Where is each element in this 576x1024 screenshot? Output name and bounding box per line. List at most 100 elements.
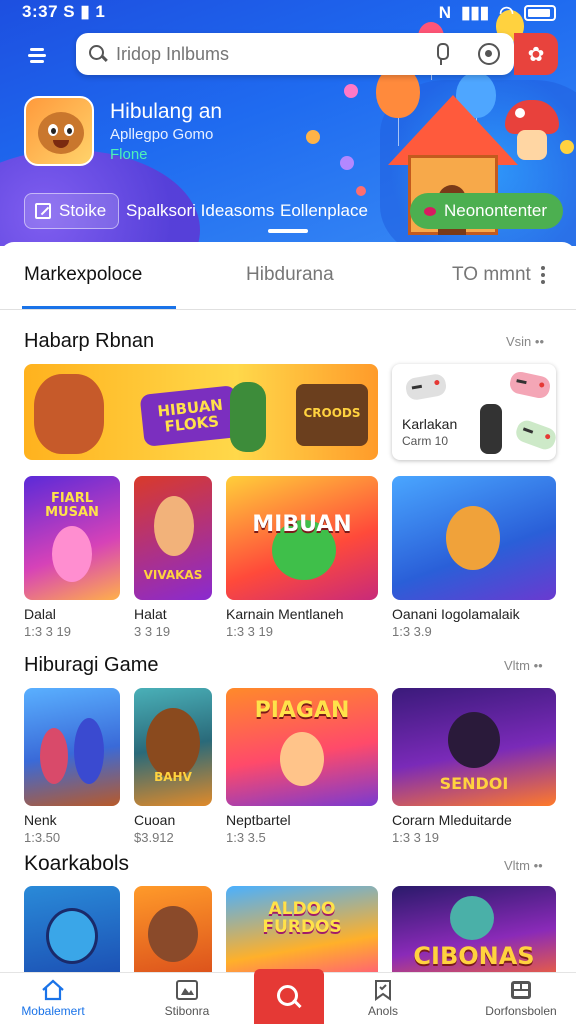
- search-icon: [88, 44, 108, 64]
- game-tile[interactable]: BAHV: [134, 688, 212, 806]
- runner-character: [40, 728, 68, 784]
- game-tile[interactable]: [24, 886, 120, 982]
- game-tile[interactable]: VIVAKAS: [134, 476, 212, 600]
- tab-tomment[interactable]: TO mmnt: [452, 264, 531, 286]
- card-subtitle: Carm 10: [402, 434, 449, 448]
- blob-character: [146, 708, 200, 778]
- mushroom-character: [505, 100, 559, 160]
- wizard-character: [448, 712, 500, 768]
- goblin-character: [450, 896, 494, 940]
- game-tile[interactable]: [134, 886, 212, 982]
- game-tile[interactable]: FIARL MUSAN: [24, 476, 120, 600]
- game-tile[interactable]: SENDOI: [392, 688, 556, 806]
- nav-bookmarks[interactable]: Anols: [328, 979, 438, 1018]
- menu-button[interactable]: [22, 40, 56, 70]
- tile-name[interactable]: Corarn Mleduitarde: [392, 812, 512, 828]
- section-title: Koarkabols: [24, 852, 130, 875]
- tile-logo: FIARL MUSAN: [45, 491, 99, 520]
- chip-label: Eollenplace: [280, 201, 368, 220]
- nav-search-button[interactable]: [254, 969, 324, 1024]
- carousel-indicator: [268, 229, 308, 233]
- nav-label: Dorfonsbolen: [485, 1004, 557, 1018]
- fox-character: [34, 374, 104, 454]
- profile-icon: ✿: [527, 43, 545, 66]
- tile-price: 1:3 3 19: [392, 830, 439, 845]
- network-icon: N: [438, 3, 452, 22]
- tab-marketplace[interactable]: Markexpoloce: [24, 264, 142, 286]
- sparkle-decoration: [306, 130, 320, 144]
- tile-price: 1:3 3.9: [392, 624, 432, 639]
- nav-library[interactable]: Stibonra: [132, 979, 242, 1018]
- controller-card[interactable]: Karlakan Carm 10: [392, 364, 556, 460]
- tile-name[interactable]: Halat: [134, 606, 167, 622]
- tile-price: 1:3 3 19: [24, 624, 71, 639]
- guitarist-character: [446, 506, 500, 570]
- tile-name[interactable]: Neptbartel: [226, 812, 291, 828]
- view-all-link[interactable]: Vltm ••: [504, 658, 543, 673]
- gamepad-icon: [404, 372, 448, 402]
- bunny-character: [52, 526, 92, 582]
- tile-name[interactable]: Oanani Iogolamalaik: [392, 606, 520, 622]
- promo-banner[interactable]: HIBUAN FLOKS CROODS: [24, 364, 378, 460]
- tile-logo: VIVAKAS: [143, 568, 203, 582]
- nav-more[interactable]: Dorfonsbolen: [466, 979, 576, 1018]
- tile-name[interactable]: Dalal: [24, 606, 56, 622]
- runner-character: [74, 718, 104, 784]
- featured-app-icon[interactable]: [24, 96, 94, 166]
- tile-name[interactable]: Cuoan: [134, 812, 175, 828]
- mic-icon[interactable]: [434, 43, 449, 65]
- chip-eollenplace[interactable]: Eollenplace: [280, 193, 368, 229]
- game-tile[interactable]: [24, 688, 120, 806]
- sparkle-decoration: [344, 84, 358, 98]
- notification-icons: S ▮ 1: [63, 2, 106, 21]
- view-all-link[interactable]: Vsin ••: [506, 334, 544, 349]
- game-tile[interactable]: CIBONAS: [392, 886, 556, 982]
- grid-icon: [509, 979, 533, 1001]
- cowboy-character: [148, 906, 198, 962]
- tab-hibdurana[interactable]: Hibdurana: [246, 264, 334, 286]
- edit-icon: [35, 203, 51, 219]
- featured-title[interactable]: Hibulang an: [110, 100, 222, 124]
- battery-icon: [524, 5, 556, 21]
- signal-icon: ▮▮▮: [461, 3, 490, 22]
- search-input[interactable]: [116, 43, 434, 65]
- status-bar: 3:37 S ▮ 1 N ▮▮▮ ◠: [0, 0, 576, 26]
- tile-price: $3.912: [134, 830, 174, 845]
- nav-label: Anols: [367, 1004, 399, 1018]
- status-time: 3:37 S ▮ 1: [22, 2, 105, 22]
- library-icon: [175, 979, 199, 1001]
- tile-logo: SENDOI: [439, 774, 509, 793]
- controller-icon: [480, 404, 502, 454]
- game-tile[interactable]: ALDOO FURDOS: [226, 886, 378, 982]
- home-icon: [41, 979, 65, 1001]
- game-tile[interactable]: [392, 476, 556, 600]
- tile-price: 3 3 19: [134, 624, 171, 639]
- hero-header: 3:37 S ▮ 1 N ▮▮▮ ◠ ✿ Hibulang an Apllegp…: [0, 0, 576, 246]
- chip-ideas[interactable]: Spalksori Ideasoms: [126, 193, 274, 229]
- chip-neonontenter[interactable]: Neonontenter: [410, 193, 564, 229]
- camera-lens-icon[interactable]: [478, 43, 500, 65]
- section-title: Habarp Rbnan: [24, 330, 155, 352]
- tile-logo: CIBONAS: [413, 942, 535, 970]
- search-bar[interactable]: [76, 33, 514, 75]
- tile-name[interactable]: Karnain Mentlaneh: [226, 606, 344, 622]
- sparkle-decoration: [340, 156, 354, 170]
- game-tile[interactable]: MIBUAN: [226, 476, 378, 600]
- gamepad-icon: [508, 370, 552, 400]
- tile-name[interactable]: Nenk: [24, 812, 57, 828]
- wifi-icon: ◠: [499, 3, 514, 22]
- bookmark-icon: [371, 979, 395, 1001]
- chip-label: Neonontenter: [444, 201, 548, 220]
- more-options-icon[interactable]: [540, 266, 546, 286]
- featured-tag: Flone: [110, 146, 148, 163]
- tile-price: 1:3.50: [24, 830, 61, 845]
- tile-price: 1:3 3.5: [226, 830, 266, 845]
- view-all-link[interactable]: Vltm ••: [504, 858, 543, 873]
- profile-button[interactable]: ✿: [514, 33, 558, 75]
- nav-home[interactable]: Mobalemert: [0, 979, 108, 1018]
- tile-price: 1:3 3 19: [226, 624, 273, 639]
- game-tile[interactable]: PIAGAN: [226, 688, 378, 806]
- chip-label: Stoike: [59, 201, 107, 220]
- section-title: Hiburagi Game: [24, 654, 159, 676]
- chip-stoike[interactable]: Stoike: [24, 193, 120, 229]
